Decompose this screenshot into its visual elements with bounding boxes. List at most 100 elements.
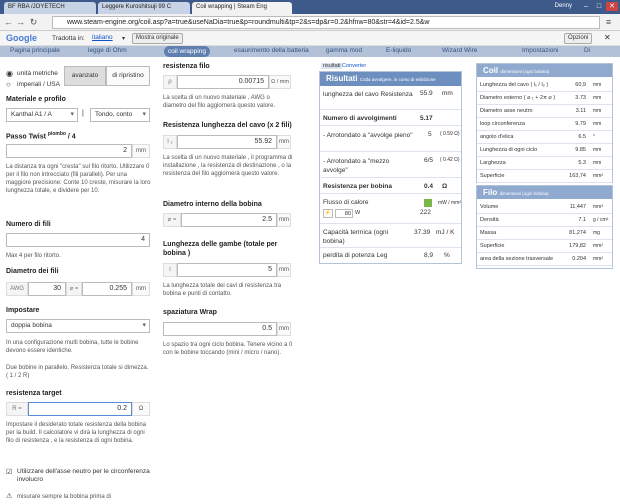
tab-converter[interactable]: Converter <box>342 63 366 69</box>
dimension-label: loop circonferenza <box>480 121 525 127</box>
result-unit: mW / mm² <box>438 200 462 206</box>
dimension-row: Superficie 163,74 mm² <box>477 170 612 183</box>
profile-select[interactable]: Tondo, conto <box>90 108 150 122</box>
forward-icon[interactable]: → <box>15 17 26 28</box>
result-row: perdita di potenza Leg 8,9% <box>320 250 461 263</box>
measure-hint: misurare sempre la bobina prima di <box>17 494 112 500</box>
awg-input[interactable]: 30 <box>28 282 66 296</box>
legs-input[interactable]: 5 <box>177 263 277 277</box>
result-label: Capacità termica (ogni bobina) <box>323 229 389 245</box>
nav-coil-wrapping[interactable]: coil wrapping <box>164 46 210 57</box>
length-input[interactable]: 55.92 <box>177 135 277 149</box>
dimension-unit: ° <box>593 134 595 140</box>
browser-tab-bar: BF RBA /JOYETECH Leggere Kuroshitsuji 99… <box>0 0 620 14</box>
radio-metric[interactable]: ◉ <box>6 69 13 78</box>
neutral-axis-label: Utilizzare dell'asse neutro per le circo… <box>17 468 150 483</box>
setup-select[interactable]: doppia bobina <box>6 319 150 333</box>
spacing-help: Lo spazio tra ogni ciclo bobina. Tenere … <box>163 342 293 356</box>
close-translate-icon[interactable]: ✕ <box>604 33 611 42</box>
reset-button[interactable]: di ripristino <box>106 66 150 86</box>
nav-ohm[interactable]: legge di Ohm <box>88 47 127 54</box>
dimension-unit: mm² <box>593 173 603 179</box>
browser-tab[interactable]: Leggere Kuroshitsuji 99 C <box>98 2 190 14</box>
neutral-axis-checkbox[interactable]: ☑ <box>6 468 12 476</box>
menu-icon[interactable]: ≡ <box>603 17 614 28</box>
strands-help: Max 4 per filo ritorto. <box>6 253 61 259</box>
dimension-unit: mm³ <box>593 204 603 210</box>
material-select[interactable]: Kanthal A1 / A <box>6 108 78 122</box>
radio-imperial[interactable]: ○ <box>6 80 11 89</box>
tab-results[interactable]: risultati <box>321 63 343 69</box>
length-icon: l ₂ <box>163 135 177 149</box>
pitch-input[interactable]: 2 <box>6 144 132 158</box>
dimension-unit: mm <box>593 95 602 101</box>
resistance-input[interactable]: 0.00715 <box>177 75 269 89</box>
result-row: lunghezza del cavo Resistenza 55.9 mm <box>320 88 461 110</box>
target-input[interactable]: 0.2 <box>28 402 132 416</box>
url-input[interactable]: www.steam-engine.org/coil.asp?a=true&use… <box>52 16 600 29</box>
pitch-unit: mm <box>132 144 150 158</box>
rho-icon: ρ <box>163 75 177 89</box>
radio-imperial-label: imperiali / USA <box>17 81 60 88</box>
browser-tab[interactable]: BF RBA /JOYETECH <box>4 2 96 14</box>
back-icon[interactable]: ← <box>3 17 14 28</box>
strands-input[interactable]: 4 <box>6 233 150 247</box>
dimension-unit: mg <box>593 230 600 236</box>
dimension-value: 11,447 <box>569 204 586 210</box>
dimension-unit: mm <box>593 108 602 114</box>
inner-dia-input[interactable]: 2.5 <box>181 213 277 227</box>
nav-eliquid[interactable]: E-liquido <box>386 47 411 54</box>
setup-label: Impostare <box>6 307 40 314</box>
wire-dimensions-panel: Filo dimensioni (ogni bobina) Volume 11,4… <box>476 185 613 269</box>
dimension-value: 7.1 <box>578 217 586 223</box>
dimension-label: area della sezione trasversale <box>480 256 554 262</box>
dimension-label: Diametro asse neutro <box>480 108 533 114</box>
result-value: 0.4 <box>424 183 434 190</box>
dimension-row: Lunghezza del cavo ( l₁ / l₂ ) 60,9 mm <box>477 79 612 92</box>
length-unit: mm <box>277 135 291 149</box>
result-row: Numero di avvolgimenti 5.17 <box>320 112 461 126</box>
result-value: 8,9 <box>424 252 434 259</box>
spacing-label: spaziatura Wrap <box>163 309 217 316</box>
nav-di[interactable]: Di <box>584 47 590 54</box>
dimension-row: Diametro asse neutro 3.11 mm <box>477 105 612 118</box>
language-select[interactable]: italiano <box>92 34 113 41</box>
dimension-row: angolo d'elica 6.5 ° <box>477 131 612 144</box>
nav-home[interactable]: Pagina principale <box>10 47 60 54</box>
resistance-help: La scelta di un nuovo materiale , AWG o … <box>163 95 276 109</box>
resistance-unit: Ω / mm <box>269 75 291 89</box>
dimension-value: 0.204 <box>572 256 586 262</box>
show-original-button[interactable]: Mostra originale <box>132 33 183 44</box>
reload-icon[interactable]: ↻ <box>28 17 39 28</box>
advanced-button[interactable]: avanzato <box>64 66 106 86</box>
nav-mod-range[interactable]: gamma mod <box>326 47 362 54</box>
separator: | <box>82 110 84 117</box>
result-value: 37.39 <box>414 229 431 236</box>
dimension-value: 163,74 <box>569 173 586 179</box>
chevron-down-icon[interactable]: ▾ <box>122 35 125 42</box>
maximize-icon[interactable]: □ <box>593 2 605 11</box>
minimize-icon[interactable]: – <box>580 2 592 11</box>
spacing-input[interactable]: 0.5 <box>163 322 277 336</box>
result-value: 55.9 <box>420 90 433 97</box>
nav-wizard-wire[interactable]: Wizard Wire <box>442 47 477 54</box>
dimension-row: Diametro esterno ( ⌀ ₁ + 2π ⌀ ) 3.73 mm <box>477 92 612 105</box>
nav-settings[interactable]: Impostazioni <box>522 47 559 54</box>
dimension-value: 9.85 <box>575 147 586 153</box>
result-row: Resistenza per bobina 0.4 Ω <box>320 180 461 194</box>
legs-label: Lunghezza delle gambe (totale per bobina… <box>163 241 278 257</box>
close-icon[interactable]: ✕ <box>606 2 618 11</box>
options-button[interactable]: Opzioni <box>564 33 593 44</box>
result-unit: % <box>444 252 450 259</box>
coil-subtitle: dimensioni (ogni bobina) <box>500 69 550 74</box>
result-label: - Arrotondato a "avvolge pieno" <box>323 132 413 139</box>
dimension-value: 3.11 <box>575 108 586 114</box>
browser-user[interactable]: Denny <box>555 3 572 9</box>
wire-header: Filo dimensioni (ogni bobina) <box>477 186 612 199</box>
wire-mm-input[interactable]: 0.255 <box>82 282 132 296</box>
watts-input[interactable]: 80 <box>335 209 353 218</box>
dimension-row: Volume 11,447 mm³ <box>477 201 612 214</box>
nav-battery[interactable]: esaurimento della batteria <box>234 47 309 54</box>
browser-tab-active[interactable]: Coil wrapping | Steam Eng <box>192 2 292 14</box>
dimension-label: Lunghezza del cavo ( l₁ / l₂ ) <box>480 82 549 88</box>
